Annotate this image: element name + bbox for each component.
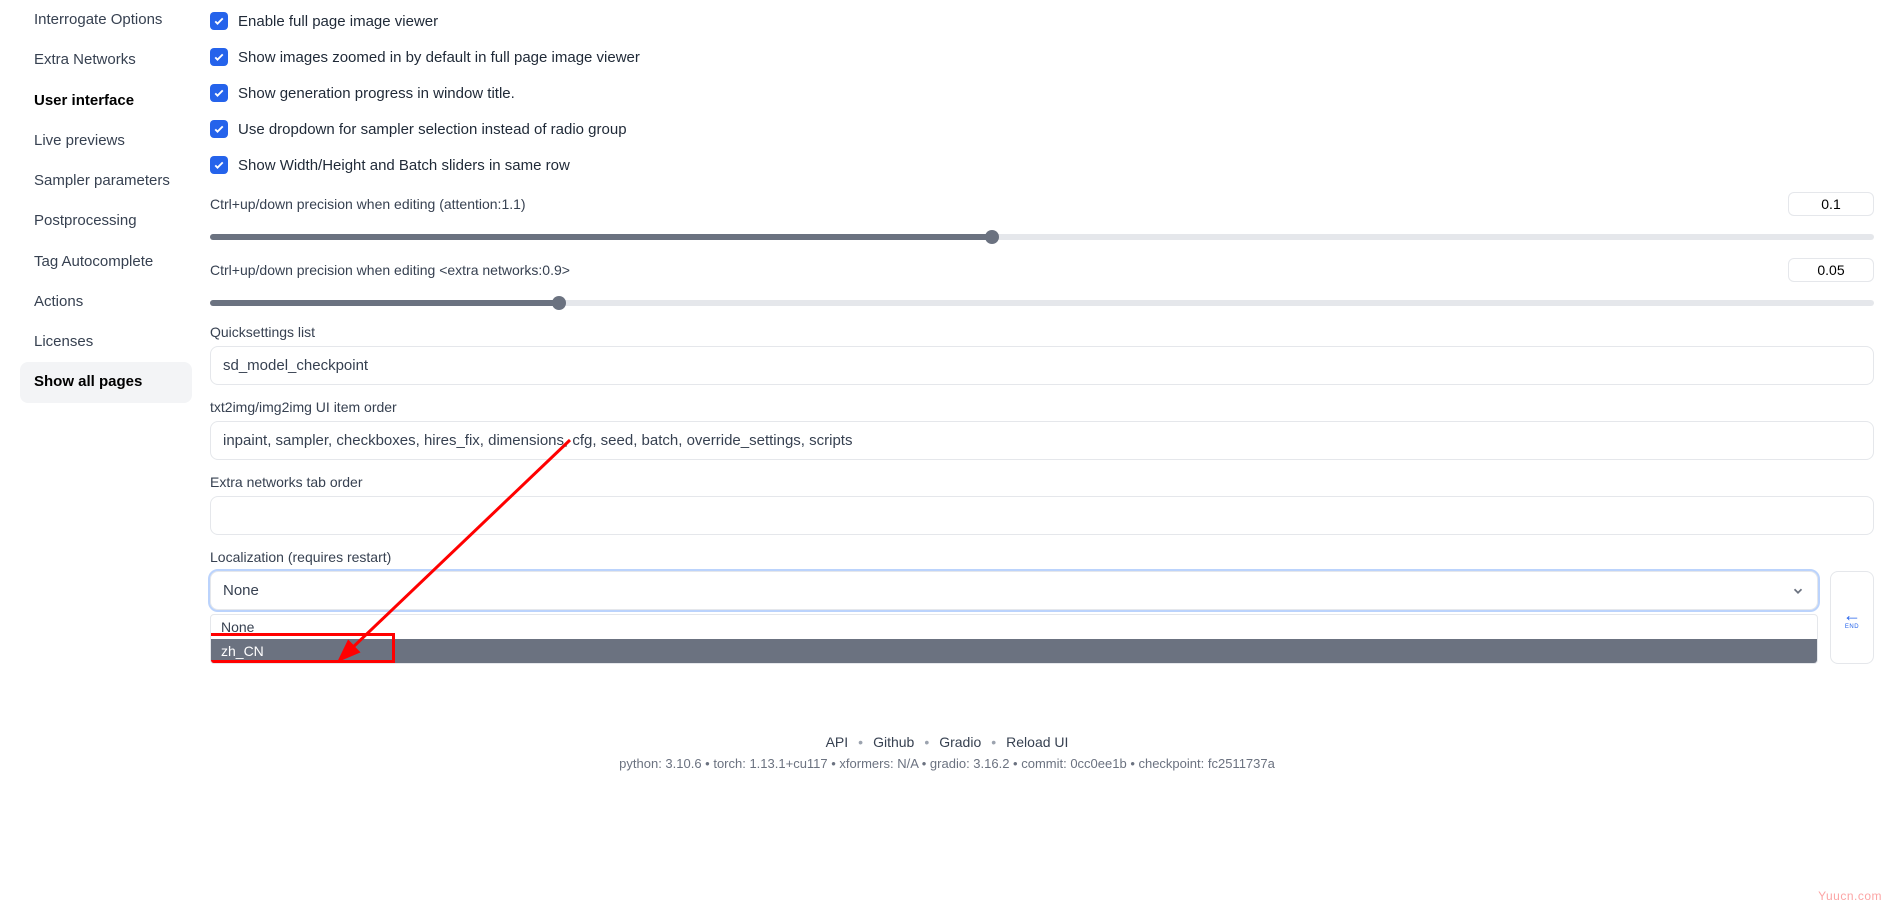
ui-item-order-field: txt2img/img2img UI item order	[210, 399, 1874, 460]
check-icon	[213, 87, 225, 99]
footer-links: API • Github • Gradio • Reload UI	[0, 734, 1894, 750]
slider-track[interactable]	[210, 296, 1874, 310]
checkbox-label: Enable full page image viewer	[238, 13, 438, 30]
checkbox-full-page-viewer-row: Enable full page image viewer	[210, 12, 1874, 30]
footer-link-reload-ui[interactable]: Reload UI	[1006, 734, 1068, 750]
footer-link-github[interactable]: Github	[873, 734, 914, 750]
localization-field: Localization (requires restart) None Non…	[210, 549, 1874, 664]
check-icon	[213, 51, 225, 63]
dropdown-option-zh-cn[interactable]: zh_CN	[211, 639, 1817, 663]
dropdown-option-none[interactable]: None	[211, 615, 1817, 639]
checkbox-window-title-progress[interactable]	[210, 84, 228, 102]
check-icon	[213, 123, 225, 135]
extra-networks-tab-order-input[interactable]	[210, 496, 1874, 535]
sidebar-item-sampler-parameters[interactable]: Sampler parameters	[20, 161, 192, 201]
settings-sidebar: Interrogate Options Extra Networks User …	[20, 0, 200, 720]
checkbox-label: Use dropdown for sampler selection inste…	[238, 121, 627, 138]
slider-attention-precision: Ctrl+up/down precision when editing (att…	[210, 192, 1874, 244]
checkbox-label: Show images zoomed in by default in full…	[238, 49, 640, 66]
dot-separator-icon: •	[858, 734, 863, 750]
field-label: Quicksettings list	[210, 324, 1874, 340]
slider-extra-networks-precision: Ctrl+up/down precision when editing <ext…	[210, 258, 1874, 310]
refresh-end-icon: ← END	[1843, 606, 1861, 630]
sidebar-item-user-interface[interactable]: User interface	[20, 81, 192, 121]
localization-refresh-button[interactable]: ← END	[1830, 571, 1874, 664]
slider-label: Ctrl+up/down precision when editing <ext…	[210, 262, 570, 278]
field-label: Localization (requires restart)	[210, 549, 1874, 565]
chevron-down-icon	[1791, 584, 1805, 598]
slider-label: Ctrl+up/down precision when editing (att…	[210, 196, 526, 212]
checkbox-dropdown-sampler-row: Use dropdown for sampler selection inste…	[210, 120, 1874, 138]
quicksettings-input[interactable]	[210, 346, 1874, 385]
dropdown-selected-value: None	[223, 582, 259, 599]
sidebar-item-tag-autocomplete[interactable]: Tag Autocomplete	[20, 242, 192, 282]
sidebar-item-licenses[interactable]: Licenses	[20, 322, 192, 362]
slider-thumb[interactable]	[552, 296, 566, 310]
footer-link-api[interactable]: API	[826, 734, 849, 750]
footer-meta: python: 3.10.6 • torch: 1.13.1+cu117 • x…	[0, 756, 1894, 771]
localization-dropdown[interactable]: None	[210, 571, 1818, 610]
sidebar-item-interrogate-options[interactable]: Interrogate Options	[20, 0, 192, 40]
check-icon	[213, 15, 225, 27]
check-icon	[213, 159, 225, 171]
field-label: txt2img/img2img UI item order	[210, 399, 1874, 415]
sidebar-item-postprocessing[interactable]: Postprocessing	[20, 201, 192, 241]
slider-track-fill	[210, 234, 992, 240]
slider-value-input[interactable]	[1788, 192, 1874, 216]
checkbox-zoomed-in[interactable]	[210, 48, 228, 66]
localization-dropdown-options: None zh_CN	[210, 614, 1818, 664]
sidebar-item-show-all-pages[interactable]: Show all pages	[20, 362, 192, 402]
checkbox-width-height-row-row: Show Width/Height and Batch sliders in s…	[210, 156, 1874, 174]
checkbox-width-height-row[interactable]	[210, 156, 228, 174]
checkbox-window-title-progress-row: Show generation progress in window title…	[210, 84, 1874, 102]
quicksettings-field: Quicksettings list	[210, 324, 1874, 385]
settings-main: Enable full page image viewer Show image…	[200, 0, 1874, 720]
slider-track[interactable]	[210, 230, 1874, 244]
checkbox-label: Show Width/Height and Batch sliders in s…	[238, 157, 570, 174]
footer: API • Github • Gradio • Reload UI python…	[0, 720, 1894, 779]
footer-link-gradio[interactable]: Gradio	[939, 734, 981, 750]
sidebar-item-extra-networks[interactable]: Extra Networks	[20, 40, 192, 80]
sidebar-item-actions[interactable]: Actions	[20, 282, 192, 322]
checkbox-zoomed-in-row: Show images zoomed in by default in full…	[210, 48, 1874, 66]
slider-thumb[interactable]	[985, 230, 999, 244]
field-label: Extra networks tab order	[210, 474, 1874, 490]
extra-networks-tab-order-field: Extra networks tab order	[210, 474, 1874, 535]
dot-separator-icon: •	[924, 734, 929, 750]
slider-track-fill	[210, 300, 559, 306]
checkbox-label: Show generation progress in window title…	[238, 85, 515, 102]
dot-separator-icon: •	[991, 734, 996, 750]
ui-item-order-input[interactable]	[210, 421, 1874, 460]
sidebar-item-live-previews[interactable]: Live previews	[20, 121, 192, 161]
checkbox-dropdown-sampler[interactable]	[210, 120, 228, 138]
checkbox-full-page-viewer[interactable]	[210, 12, 228, 30]
slider-value-input[interactable]	[1788, 258, 1874, 282]
watermark: Yuucn.com	[1818, 889, 1882, 903]
